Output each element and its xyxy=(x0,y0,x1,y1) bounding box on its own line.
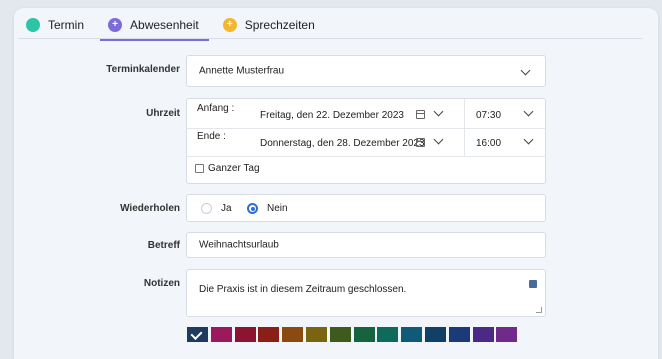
plus-icon: + xyxy=(108,18,123,32)
chevron-down-icon[interactable] xyxy=(523,106,534,117)
color-swatch[interactable] xyxy=(306,327,327,342)
terminkalender-select[interactable]: Annette Musterfrau xyxy=(186,55,546,87)
tab-label: Sprechzeiten xyxy=(244,18,315,32)
color-swatch[interactable] xyxy=(448,327,470,342)
ende-label: Ende : xyxy=(197,131,226,142)
color-swatch[interactable] xyxy=(353,327,375,342)
plus-icon: + xyxy=(222,18,237,32)
ganzer-tag-checkbox[interactable] xyxy=(195,164,204,173)
notizen-textarea[interactable]: Die Praxis ist in diesem Zeitraum geschl… xyxy=(186,269,546,317)
radio-ja[interactable] xyxy=(201,203,212,214)
color-swatch[interactable] xyxy=(282,327,304,342)
tab-bar: Termin + Abwesenheit + Sprechzeiten xyxy=(18,10,658,41)
tab-label: Termin xyxy=(48,18,85,32)
betreff-label: Betreff xyxy=(147,240,180,251)
anfang-date[interactable]: Freitag, den 22. Dezember 2023 xyxy=(260,110,404,121)
terminkalender-value: Annette Musterfrau xyxy=(199,65,285,77)
tab-label: Abwesenheit xyxy=(130,18,199,32)
color-swatch-selected[interactable] xyxy=(187,327,208,342)
anfang-label: Anfang : xyxy=(197,103,235,114)
ganzer-tag-label: Ganzer Tag xyxy=(208,163,260,174)
notizen-label: Notizen xyxy=(143,278,180,289)
color-swatch[interactable] xyxy=(377,327,399,342)
circle-dot-icon xyxy=(26,18,40,32)
betreff-value: Weihnachtsurlaub xyxy=(199,239,279,251)
wiederholen-group: Ja Nein xyxy=(186,194,546,222)
uhrzeit-group: Anfang : Freitag, den 22. Dezember 2023 … xyxy=(186,98,546,184)
betreff-input[interactable]: Weihnachtsurlaub xyxy=(186,232,546,258)
radio-ja-label: Ja xyxy=(221,203,232,214)
divider xyxy=(187,128,545,129)
anfang-time[interactable]: 07:30 xyxy=(476,110,501,121)
chevron-down-icon[interactable] xyxy=(523,134,534,145)
ende-date[interactable]: Donnerstag, den 28. Dezember 2023 xyxy=(260,138,425,149)
chevron-down-icon[interactable] xyxy=(433,106,444,117)
calendar-icon[interactable] xyxy=(416,110,425,119)
wiederholen-label: Wiederholen xyxy=(120,203,180,214)
resize-handle-icon[interactable] xyxy=(536,307,542,313)
color-swatch[interactable] xyxy=(401,327,423,342)
color-swatch[interactable] xyxy=(496,327,518,342)
chevron-down-icon xyxy=(520,65,531,76)
format-icon[interactable] xyxy=(529,280,537,288)
uhrzeit-label: Uhrzeit xyxy=(146,108,180,119)
notizen-value: Die Praxis ist in diesem Zeitraum geschl… xyxy=(199,284,407,295)
divider xyxy=(187,156,545,157)
tab-abwesenheit[interactable]: + Abwesenheit xyxy=(100,10,209,41)
color-swatch[interactable] xyxy=(234,327,256,342)
tab-divider xyxy=(18,38,642,39)
calendar-icon[interactable] xyxy=(416,138,425,147)
color-swatch[interactable] xyxy=(258,327,280,342)
color-swatch[interactable] xyxy=(425,327,446,342)
color-swatch[interactable] xyxy=(210,327,232,342)
color-swatch[interactable] xyxy=(472,327,494,342)
terminkalender-label: Terminkalender xyxy=(106,64,180,75)
radio-nein[interactable] xyxy=(247,203,258,214)
tab-termin[interactable]: Termin xyxy=(18,10,94,40)
tab-sprechzeiten[interactable]: + Sprechzeiten xyxy=(215,10,325,40)
radio-nein-label: Nein xyxy=(267,203,288,214)
color-swatch[interactable] xyxy=(329,327,351,342)
ende-time[interactable]: 16:00 xyxy=(476,138,501,149)
chevron-down-icon[interactable] xyxy=(433,134,444,145)
